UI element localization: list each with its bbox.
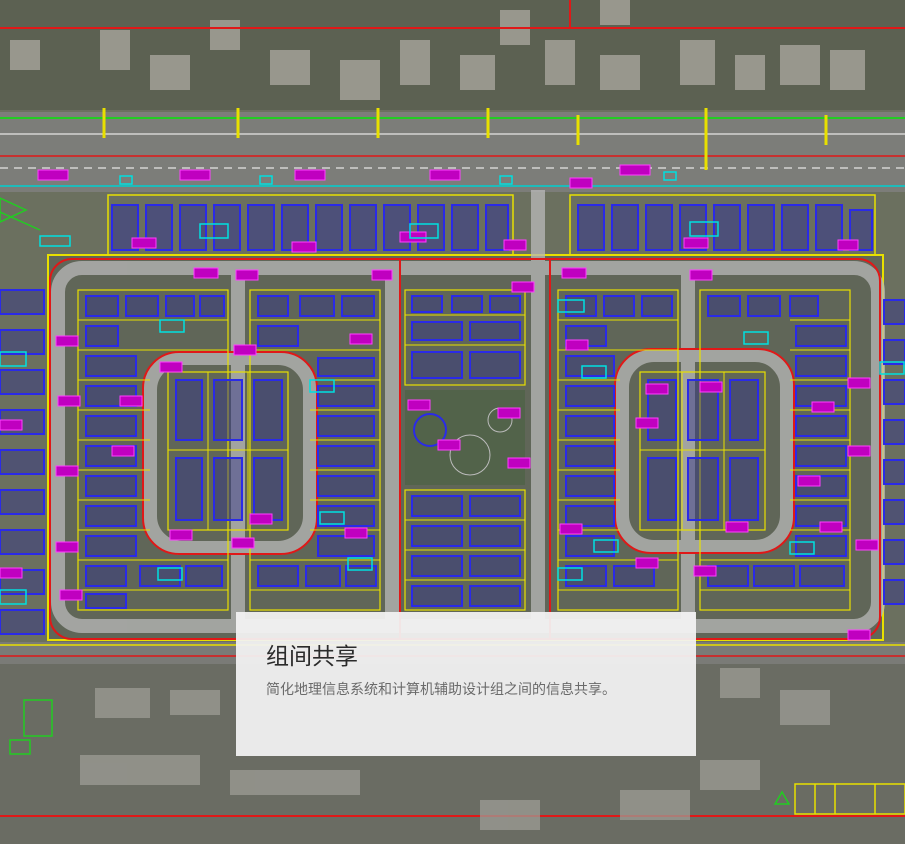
parcel-row-north [107,194,876,256]
caption-description: 简化地理信息系统和计算机辅助设计组之间的信息共享。 [266,682,616,698]
caption-title: 组间共享 [266,644,358,670]
caption-card: 组间共享 简化地理信息系统和计算机辅助设计组之间的信息共享。 [236,612,696,756]
